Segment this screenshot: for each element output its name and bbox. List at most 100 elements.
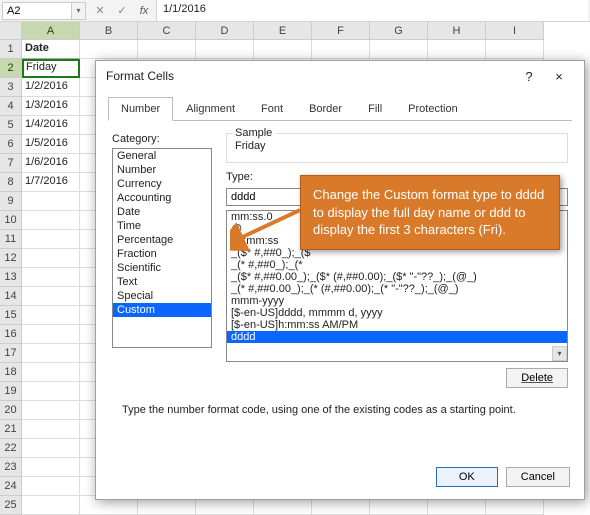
row-header[interactable]: 6 [0,135,22,154]
column-header[interactable]: B [80,22,138,40]
row-header[interactable]: 2 [0,59,22,78]
row-header[interactable]: 15 [0,306,22,325]
cell[interactable] [22,363,80,382]
cell[interactable] [254,40,312,59]
cell[interactable]: 1/2/2016 [22,78,80,97]
category-item[interactable]: Number [113,163,211,177]
cell[interactable] [22,439,80,458]
tab-border[interactable]: Border [296,97,355,121]
row-header[interactable]: 24 [0,477,22,496]
category-item[interactable]: Date [113,205,211,219]
cell[interactable] [22,458,80,477]
row-header[interactable]: 10 [0,211,22,230]
cell[interactable] [370,40,428,59]
row-header[interactable]: 8 [0,173,22,192]
category-item[interactable]: Fraction [113,247,211,261]
cell[interactable] [22,211,80,230]
row-header[interactable]: 16 [0,325,22,344]
tab-font[interactable]: Font [248,97,296,121]
cell[interactable]: Friday [22,59,80,78]
delete-button[interactable]: Delete [506,368,568,388]
cancel-formula-icon[interactable]: ✕ [92,3,108,19]
column-header[interactable]: H [428,22,486,40]
tab-number[interactable]: Number [108,97,173,121]
enter-formula-icon[interactable]: ✓ [114,3,130,19]
type-item[interactable]: [$-en-US]dddd, mmmm d, yyyy [227,307,567,319]
column-header[interactable]: G [370,22,428,40]
category-item[interactable]: Accounting [113,191,211,205]
help-icon[interactable]: ? [514,69,544,84]
cell[interactable] [22,420,80,439]
column-header[interactable]: C [138,22,196,40]
cell[interactable] [22,230,80,249]
type-item[interactable]: [$-en-US]h:mm:ss AM/PM [227,319,567,331]
row-header[interactable]: 13 [0,268,22,287]
cell[interactable] [22,306,80,325]
row-header[interactable]: 22 [0,439,22,458]
cell[interactable] [22,496,80,515]
cell[interactable]: 1/5/2016 [22,135,80,154]
name-box-dropdown[interactable]: ▾ [72,2,86,20]
tab-protection[interactable]: Protection [395,97,471,121]
cell[interactable]: 1/3/2016 [22,97,80,116]
cell[interactable] [428,40,486,59]
row-header[interactable]: 18 [0,363,22,382]
row-header[interactable]: 20 [0,401,22,420]
type-item[interactable]: dddd [227,331,567,343]
row-header[interactable]: 14 [0,287,22,306]
fx-icon[interactable]: fx [136,3,152,19]
column-header[interactable]: I [486,22,544,40]
name-box[interactable] [2,2,72,20]
category-item[interactable]: Custom [113,303,211,317]
cell[interactable] [196,40,254,59]
type-item[interactable]: mmm-yyyy [227,295,567,307]
row-header[interactable]: 3 [0,78,22,97]
row-header[interactable]: 12 [0,249,22,268]
category-listbox[interactable]: GeneralNumberCurrencyAccountingDateTimeP… [112,148,212,348]
row-header[interactable]: 9 [0,192,22,211]
category-item[interactable]: Currency [113,177,211,191]
cell[interactable] [22,477,80,496]
cell[interactable]: 1/4/2016 [22,116,80,135]
row-header[interactable]: 21 [0,420,22,439]
row-header[interactable]: 17 [0,344,22,363]
formula-bar[interactable]: 1/1/2016 [156,0,588,21]
category-item[interactable]: Time [113,219,211,233]
ok-button[interactable]: OK [436,467,498,487]
column-header[interactable]: A [22,22,80,40]
cell[interactable] [312,40,370,59]
cell[interactable]: Date [22,40,80,59]
cell[interactable] [22,268,80,287]
row-header[interactable]: 1 [0,40,22,59]
row-header[interactable]: 23 [0,458,22,477]
column-header[interactable]: E [254,22,312,40]
tab-alignment[interactable]: Alignment [173,97,248,121]
category-item[interactable]: General [113,149,211,163]
category-item[interactable]: Special [113,289,211,303]
type-item[interactable]: _(* #,##0.00_);_(* (#,##0.00);_(* "-"??_… [227,283,567,295]
column-header[interactable]: D [196,22,254,40]
row-header[interactable]: 25 [0,496,22,515]
column-header[interactable]: F [312,22,370,40]
cell[interactable] [22,401,80,420]
cell[interactable] [22,382,80,401]
cell[interactable] [486,40,544,59]
category-item[interactable]: Text [113,275,211,289]
row-header[interactable]: 4 [0,97,22,116]
cell[interactable] [80,40,138,59]
row-header[interactable]: 11 [0,230,22,249]
row-header[interactable]: 19 [0,382,22,401]
row-header[interactable]: 7 [0,154,22,173]
category-item[interactable]: Scientific [113,261,211,275]
cell[interactable] [138,40,196,59]
cell[interactable] [22,344,80,363]
scroll-down-icon[interactable]: ▾ [552,346,567,361]
cell[interactable] [22,287,80,306]
cell[interactable] [22,192,80,211]
cell[interactable]: 1/7/2016 [22,173,80,192]
category-item[interactable]: Percentage [113,233,211,247]
cancel-button[interactable]: Cancel [506,467,570,487]
cell[interactable]: 1/6/2016 [22,154,80,173]
cell[interactable] [22,249,80,268]
tab-fill[interactable]: Fill [355,97,395,121]
